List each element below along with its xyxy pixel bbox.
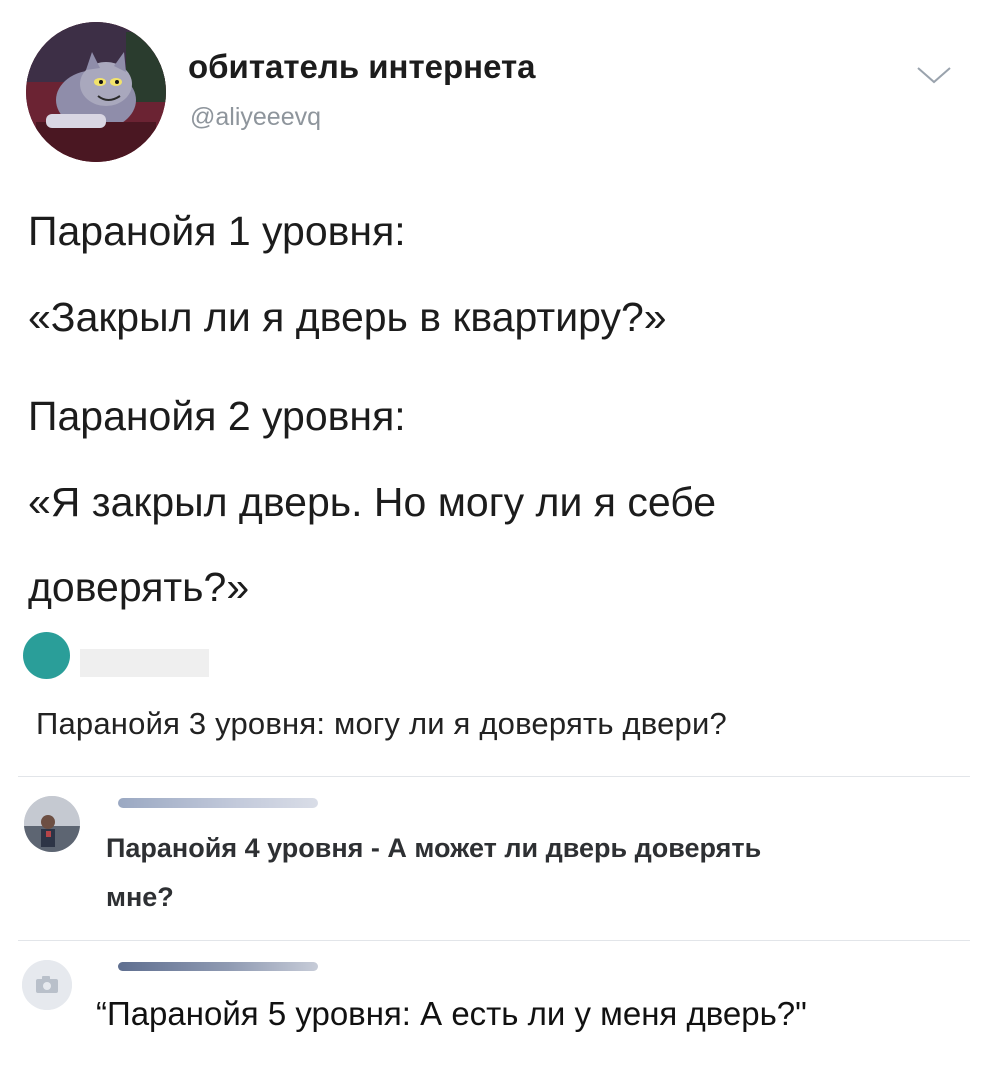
redacted-username <box>118 798 318 808</box>
author-handle[interactable]: @aliyeeevq <box>190 103 321 132</box>
tweet-text-line: «Закрыл ли я дверь в квартиру?» <box>28 294 667 340</box>
reply-text-line: Паранойя 4 уровня - А может ли дверь дов… <box>106 833 762 863</box>
reply-avatar[interactable] <box>23 632 70 679</box>
reply-text: “Паранойя 5 уровня: А есть ли у меня две… <box>96 995 807 1032</box>
author-avatar[interactable] <box>26 22 166 162</box>
tweet-text-line: «Я закрыл дверь. Но могу ли я себе <box>28 479 717 525</box>
camera-icon <box>22 960 72 1010</box>
author-display-name[interactable]: обитатель интернета <box>188 48 536 86</box>
tweet-text-line: доверять?» <box>28 564 250 610</box>
photo-avatar-image <box>24 796 80 852</box>
tweet-text-line: Паранойя 1 уровня: <box>28 208 406 254</box>
divider <box>18 776 970 777</box>
reply-avatar[interactable] <box>22 960 72 1010</box>
reply-text: Паранойя 3 уровня: могу ли я доверять дв… <box>36 706 727 741</box>
reply-avatar[interactable] <box>24 796 80 852</box>
divider <box>18 940 970 941</box>
cartoon-cat-avatar-image <box>26 22 166 162</box>
reply-text-line: мне? <box>106 882 174 912</box>
redacted-username <box>118 962 318 971</box>
redacted-username <box>80 649 209 677</box>
chevron-down-icon[interactable] <box>914 64 954 88</box>
tweet-text-line: Паранойя 2 уровня: <box>28 393 406 439</box>
